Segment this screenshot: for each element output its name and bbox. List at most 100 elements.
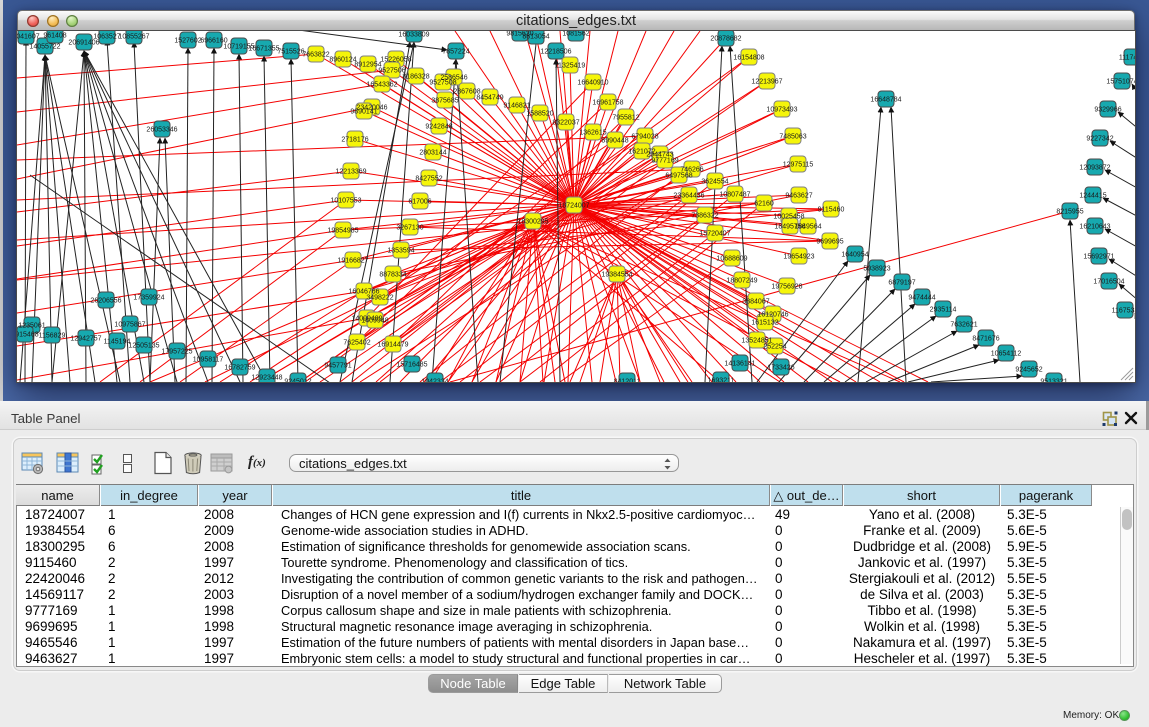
svg-text:16210643: 16210643 — [1079, 224, 1110, 231]
svg-text:9227342: 9227342 — [1086, 136, 1113, 143]
svg-text:12942757: 12942757 — [70, 336, 101, 343]
svg-text:7955812: 7955812 — [612, 115, 639, 122]
svg-text:8427552: 8427552 — [415, 176, 442, 183]
svg-text:9245012: 9245012 — [284, 379, 311, 383]
svg-text:252254: 252254 — [763, 344, 786, 351]
svg-text:1527602: 1527602 — [174, 38, 201, 45]
svg-text:3498222: 3498222 — [366, 295, 393, 302]
svg-text:1145194: 1145194 — [104, 339, 131, 346]
svg-text:9890141: 9890141 — [350, 109, 377, 116]
svg-text:15720407: 15720407 — [699, 231, 730, 238]
svg-text:2803144: 2803144 — [419, 150, 446, 157]
svg-text:8412011: 8412011 — [614, 379, 641, 383]
svg-text:1081562: 1081562 — [562, 31, 589, 38]
svg-text:15751074: 15751074 — [1106, 79, 1135, 86]
svg-text:17957225: 17957225 — [161, 349, 192, 356]
svg-text:961408: 961408 — [43, 33, 66, 40]
svg-text:1235061: 1235061 — [18, 323, 45, 330]
svg-text:8878334: 8878334 — [379, 272, 406, 279]
svg-text:18724007: 18724007 — [558, 203, 589, 210]
svg-text:1849564: 1849564 — [794, 224, 821, 231]
svg-text:2041607: 2041607 — [17, 34, 40, 41]
svg-text:19166827: 19166827 — [337, 258, 368, 265]
svg-text:11325419: 11325419 — [555, 63, 586, 70]
svg-text:15226058: 15226058 — [380, 57, 411, 64]
svg-text:9463627: 9463627 — [785, 193, 812, 200]
svg-text:3884067: 3884067 — [742, 299, 769, 306]
svg-text:10975867: 10975867 — [114, 322, 145, 329]
svg-text:16640910: 16640910 — [577, 80, 608, 87]
svg-text:12975115: 12975115 — [783, 162, 814, 169]
svg-text:16961758: 16961758 — [592, 100, 623, 107]
svg-text:10688609: 10688609 — [716, 256, 747, 263]
svg-text:15716485: 15716485 — [396, 362, 427, 369]
svg-text:3267130: 3267130 — [396, 225, 423, 232]
svg-text:9513321: 9513321 — [1040, 379, 1067, 383]
svg-text:12213967: 12213967 — [751, 79, 782, 86]
svg-text:3875685: 3875685 — [431, 98, 458, 105]
svg-text:18807249: 18807249 — [726, 278, 757, 285]
svg-text:7663822: 7663822 — [302, 52, 329, 59]
svg-text:16782759: 16782759 — [224, 365, 255, 372]
svg-text:6794028: 6794028 — [631, 134, 658, 141]
svg-text:8215955: 8215955 — [1056, 209, 1083, 216]
svg-text:5938923: 5938923 — [863, 266, 890, 273]
svg-text:1615132: 1615132 — [751, 320, 778, 327]
svg-text:1693211: 1693211 — [708, 378, 735, 383]
svg-text:8186328: 8186328 — [402, 74, 429, 81]
svg-text:1733426: 1733426 — [767, 365, 794, 372]
svg-text:15692971: 15692971 — [1083, 254, 1114, 261]
svg-text:10958117: 10958117 — [193, 357, 224, 364]
svg-text:8960124: 8960124 — [329, 57, 356, 64]
svg-text:18300295: 18300295 — [517, 219, 548, 226]
svg-text:6879197: 6879197 — [888, 280, 915, 287]
svg-text:1167533: 1167533 — [1112, 308, 1135, 315]
svg-text:1353594: 1353594 — [387, 248, 414, 255]
svg-text:2718176: 2718176 — [341, 137, 368, 144]
svg-text:1362615: 1362615 — [579, 130, 606, 137]
svg-text:10025458: 10025458 — [773, 214, 804, 221]
svg-text:1244415: 1244415 — [1079, 193, 1106, 200]
svg-text:8471676: 8471676 — [972, 336, 999, 343]
svg-text:16914479: 16914479 — [377, 342, 408, 349]
svg-text:12923448: 12923448 — [251, 375, 282, 382]
svg-text:9777169: 9777169 — [651, 158, 678, 165]
svg-text:7515526: 7515526 — [277, 49, 304, 56]
svg-text:1156829: 1156829 — [39, 333, 66, 340]
svg-text:62160: 62160 — [754, 201, 774, 208]
svg-text:20691406: 20691406 — [68, 40, 99, 47]
svg-text:17359924: 17359924 — [133, 295, 164, 302]
svg-text:7386322: 7386322 — [691, 213, 718, 220]
svg-text:2935114: 2935114 — [930, 307, 957, 314]
svg-text:12218506: 12218506 — [540, 49, 571, 56]
svg-text:6497568: 6497568 — [665, 173, 692, 180]
svg-text:16154808: 16154808 — [733, 55, 764, 62]
svg-text:9245652: 9245652 — [1015, 367, 1042, 374]
svg-text:10654112: 10654112 — [991, 351, 1022, 358]
svg-text:9115460: 9115460 — [818, 207, 845, 214]
svg-text:9242848: 9242848 — [425, 124, 452, 131]
svg-text:3624554: 3624554 — [701, 179, 728, 186]
svg-text:20878682: 20878682 — [710, 36, 741, 43]
svg-text:10107553: 10107553 — [330, 198, 361, 205]
svg-text:7485063: 7485063 — [779, 134, 806, 141]
svg-text:8322037: 8322037 — [552, 120, 579, 127]
svg-text:9527508: 9527508 — [429, 80, 456, 87]
svg-text:9457791: 9457791 — [324, 363, 351, 370]
svg-text:7625402: 7625402 — [343, 340, 370, 347]
svg-text:1063527: 1063527 — [93, 34, 120, 41]
svg-text:12505135: 12505135 — [128, 343, 159, 350]
svg-text:10973493: 10973493 — [766, 107, 797, 114]
svg-text:19854985: 19854985 — [327, 228, 358, 235]
svg-text:16648784: 16648784 — [870, 97, 901, 104]
svg-text:8454749: 8454749 — [476, 95, 503, 102]
svg-text:617006: 617006 — [408, 199, 431, 206]
svg-text:9329966: 9329966 — [1094, 107, 1121, 114]
svg-text:19756928: 19756928 — [771, 284, 802, 291]
svg-text:16033809: 16033809 — [398, 32, 429, 39]
svg-text:8813054: 8813054 — [522, 34, 549, 41]
svg-text:19384554: 19384554 — [601, 272, 632, 279]
svg-text:9474444: 9474444 — [908, 295, 935, 302]
svg-text:14055722: 14055722 — [29, 44, 60, 51]
svg-text:12093872: 12093872 — [1079, 165, 1110, 172]
